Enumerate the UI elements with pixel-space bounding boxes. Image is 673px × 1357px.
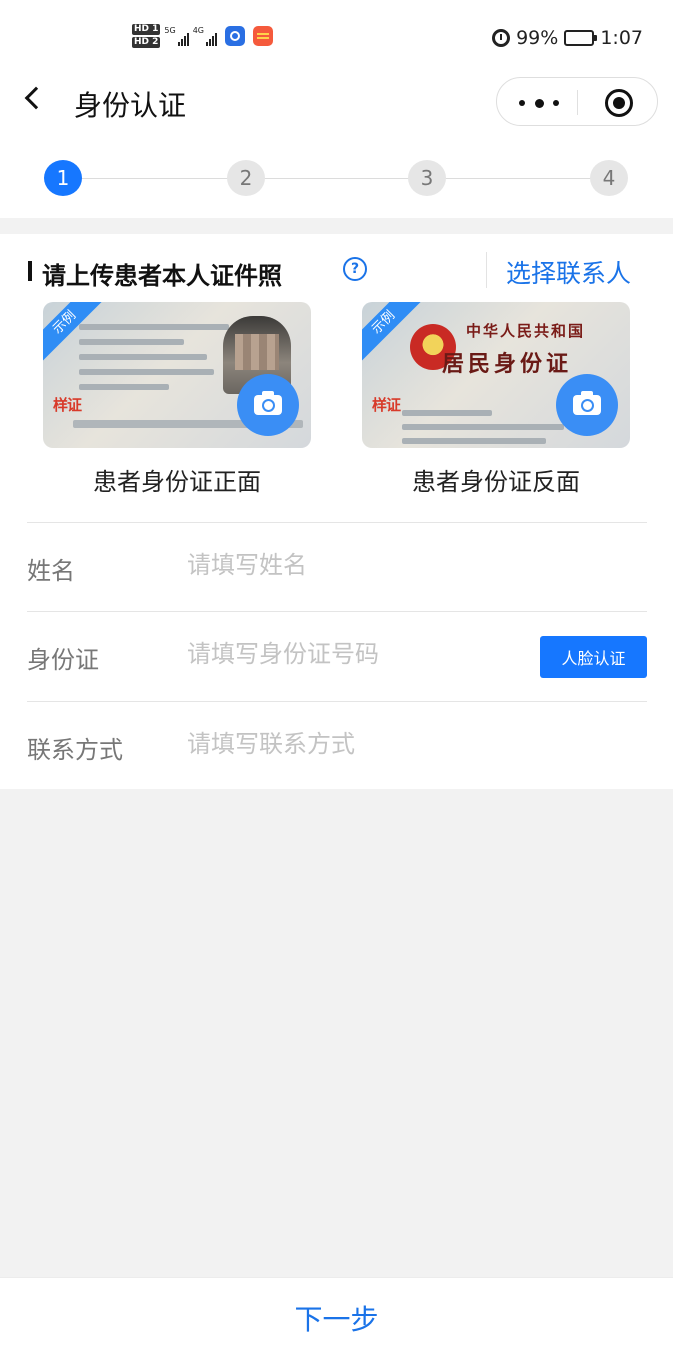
id-back-subtitle: 居民身份证 (442, 351, 573, 377)
page-title: 身份认证 (74, 89, 187, 122)
bottom-bar: 下一步 (0, 1277, 673, 1357)
notification-app-icon (225, 26, 245, 46)
name-row: 姓名 (27, 522, 647, 610)
hd-icon: HD 1 (132, 24, 161, 35)
section-title: 请上传患者本人证件照 (42, 262, 282, 290)
contact-label: 联系方式 (27, 736, 123, 764)
id-number-input[interactable] (187, 634, 527, 674)
step-2: 2 (227, 160, 265, 196)
signal-icon: 5G (164, 26, 189, 46)
status-right: 99% 1:07 (492, 27, 643, 49)
next-step-button[interactable]: 下一步 (0, 1278, 673, 1357)
clock: 1:07 (600, 27, 643, 49)
battery-icon (564, 30, 598, 46)
id-number-row: 身份证 人脸认证 (27, 611, 647, 699)
mini-program-capsule (496, 77, 658, 126)
help-icon[interactable]: ? (343, 257, 367, 281)
status-bar: HD 1 HD 2 5G 4G 99% 1:07 (0, 0, 673, 80)
signal-icon: 4G (193, 26, 217, 46)
name-label: 姓名 (27, 557, 75, 585)
id-number-label: 身份证 (27, 646, 99, 674)
step-3: 3 (408, 160, 446, 196)
status-left: HD 1 HD 2 5G 4G (132, 24, 273, 48)
notification-app-icon (253, 26, 273, 46)
step-1: 1 (44, 160, 82, 196)
name-input[interactable] (187, 545, 527, 585)
close-target-icon[interactable] (605, 89, 633, 117)
step-4: 4 (590, 160, 628, 196)
id-back-upload[interactable]: 中华人民共和国 居民身份证 样证 示例 (362, 302, 630, 448)
id-front-label: 患者身份证正面 (93, 468, 261, 496)
face-auth-button[interactable]: 人脸认证 (540, 636, 647, 678)
more-icon[interactable] (519, 98, 559, 108)
sample-watermark: 样证 (53, 396, 82, 414)
id-back-label: 患者身份证反面 (412, 468, 580, 496)
select-contact-link[interactable]: 选择联系人 (506, 254, 631, 290)
step-indicator: 1 2 3 4 (44, 160, 630, 196)
alarm-icon (492, 29, 511, 47)
camera-icon[interactable] (237, 374, 299, 436)
contact-input[interactable] (187, 724, 527, 764)
contact-row: 联系方式 (27, 701, 647, 789)
navigation-bar: 身份认证 (0, 76, 673, 128)
sample-watermark: 样证 (372, 396, 401, 414)
camera-icon[interactable] (556, 374, 618, 436)
battery-percent: 99% (516, 27, 559, 49)
id-front-upload[interactable]: 样证 示例 (43, 302, 311, 448)
id-upload-card: 请上传患者本人证件照 ? 选择联系人 样证 示例 中华人民共和国 居民身份证 样… (0, 234, 673, 789)
hd-icon: HD 2 (132, 37, 161, 48)
id-back-title: 中华人民共和国 (466, 322, 586, 340)
back-arrow-icon[interactable] (24, 86, 48, 110)
